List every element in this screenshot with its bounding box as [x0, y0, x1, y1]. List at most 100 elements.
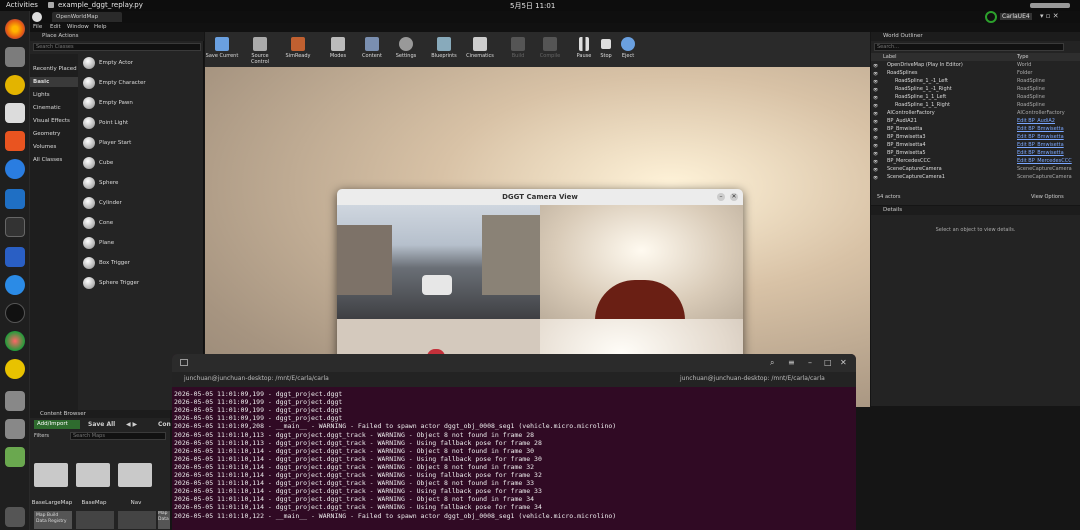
build-button[interactable]: Build: [501, 32, 535, 67]
outliner-row[interactable]: 👁 OpenDriveMap (Play In Editor) World: [873, 62, 1078, 69]
visibility-icon[interactable]: 👁: [873, 126, 878, 133]
asset-thumb[interactable]: [118, 511, 156, 529]
place-item-sphere-trigger[interactable]: Sphere Trigger: [80, 274, 203, 292]
map-build-data-asset[interactable]: Map Build Data Registry: [34, 511, 72, 529]
save-all-button[interactable]: Save All: [88, 420, 115, 429]
path-crumb[interactable]: Con: [158, 420, 171, 429]
view-options-button[interactable]: View Options: [1031, 194, 1064, 200]
visibility-icon[interactable]: 👁: [873, 86, 878, 93]
close-icon[interactable]: ✕: [840, 358, 847, 367]
visibility-icon[interactable]: 👁: [873, 174, 878, 181]
outliner-row[interactable]: 👁 BP_AudiA21 Edit BP_AudiA2: [873, 118, 1078, 125]
modes-button[interactable]: Modes: [321, 32, 355, 67]
compile-button[interactable]: Compile: [533, 32, 567, 67]
menu-icon[interactable]: ≡: [788, 358, 795, 367]
column-type[interactable]: Type: [1017, 53, 1028, 61]
vscode-icon[interactable]: [5, 189, 25, 209]
content-button[interactable]: Content: [355, 32, 389, 67]
visibility-icon[interactable]: 👁: [873, 110, 878, 117]
outliner-row[interactable]: 👁 BP_MercedesCCC Edit BP_MercedesCCC: [873, 158, 1078, 165]
terminal-icon[interactable]: [5, 217, 25, 237]
add-import-button[interactable]: Add/Import: [34, 420, 80, 429]
python-icon[interactable]: [5, 359, 25, 379]
new-tab-icon[interactable]: [180, 359, 188, 366]
outliner-search-input[interactable]: Search...: [874, 43, 1064, 51]
place-item-box-trigger[interactable]: Box Trigger: [80, 254, 203, 272]
place-item-cone[interactable]: Cone: [80, 214, 203, 232]
visibility-icon[interactable]: 👁: [873, 150, 878, 157]
outliner-row[interactable]: 👁 BP_Bmwisetta3 Edit BP_Bmwisetta: [873, 134, 1078, 141]
chrome-icon[interactable]: [5, 331, 25, 351]
close-icon[interactable]: ✕: [730, 193, 738, 201]
outliner-row-type[interactable]: Edit BP_Bmwisetta: [1017, 150, 1064, 157]
nav-arrows[interactable]: ◀ ▶: [126, 420, 137, 429]
outliner-row-type[interactable]: Edit BP_MercedesCCC: [1017, 158, 1072, 165]
visibility-icon[interactable]: 👁: [873, 166, 878, 173]
minimize-icon[interactable]: –: [808, 358, 812, 367]
visibility-icon[interactable]: 👁: [873, 134, 878, 141]
folder-icon[interactable]: [118, 463, 152, 487]
map-data-asset[interactable]: Map Data: [158, 511, 170, 529]
settings-button[interactable]: Settings: [389, 32, 423, 67]
trash-icon[interactable]: [5, 447, 25, 467]
eject-button[interactable]: Eject: [611, 32, 645, 67]
folder-icon[interactable]: [76, 463, 110, 487]
outliner-row[interactable]: 👁 BP_Bmwisetta4 Edit BP_Bmwisetta: [873, 142, 1078, 149]
app-name[interactable]: example_dggt_replay.py: [58, 1, 143, 9]
terminal-tab-2[interactable]: junchuan@junchuan-desktop: /mnt/E/carla/…: [680, 375, 825, 382]
visibility-icon[interactable]: 👁: [873, 158, 878, 165]
folder-icon[interactable]: [34, 463, 68, 487]
search-icon[interactable]: ⌕: [770, 358, 774, 368]
place-item-point-light[interactable]: Point Light: [80, 114, 203, 132]
rhythmbox-icon[interactable]: [5, 75, 25, 95]
files-icon[interactable]: [5, 47, 25, 67]
menu-edit[interactable]: Edit: [50, 24, 61, 30]
clock[interactable]: 5月5日 11:01: [510, 1, 555, 11]
place-item-empty-character[interactable]: Empty Character: [80, 74, 203, 92]
user-badge[interactable]: CarlaUE4: [1000, 13, 1032, 20]
place-item-plane[interactable]: Plane: [80, 234, 203, 252]
menu-window[interactable]: Window: [67, 24, 89, 30]
firefox-icon[interactable]: [5, 19, 25, 39]
outliner-row[interactable]: 👁 SceneCaptureCamera1 SceneCaptureCamera: [873, 174, 1078, 181]
outliner-row[interactable]: 👁 BP_Bmwisetta Edit BP_Bmwisetta: [873, 126, 1078, 133]
outliner-row-type[interactable]: Edit BP_Bmwisetta: [1017, 134, 1064, 141]
show-apps-icon[interactable]: [5, 507, 25, 527]
visibility-icon[interactable]: 👁: [873, 142, 878, 149]
outliner-row[interactable]: 👁 RoadSpline_1_1_Right RoadSpline: [873, 102, 1078, 109]
visibility-icon[interactable]: 👁: [873, 70, 878, 77]
drive2-icon[interactable]: [5, 419, 25, 439]
maximize-icon[interactable]: □: [824, 358, 832, 367]
outliner-row-type[interactable]: Edit BP_Bmwisetta: [1017, 126, 1064, 133]
terminal-tab-1[interactable]: junchuan@junchuan-desktop: /mnt/E/carla/…: [184, 375, 329, 382]
minimize-icon[interactable]: –: [717, 193, 725, 201]
level-tab[interactable]: OpenWorldMap: [52, 12, 122, 22]
unreal-icon[interactable]: [5, 303, 25, 323]
place-item-player-start[interactable]: Player Start: [80, 134, 203, 152]
help-icon[interactable]: [5, 159, 25, 179]
outliner-row-type[interactable]: Edit BP_Bmwisetta: [1017, 142, 1064, 149]
place-item-sphere[interactable]: Sphere: [80, 174, 203, 192]
column-label[interactable]: Label: [883, 53, 897, 61]
search-classes-input[interactable]: Search Classes: [33, 43, 201, 51]
place-item-cylinder[interactable]: Cylinder: [80, 194, 203, 212]
text-editor-icon[interactable]: [5, 247, 25, 267]
menu-help[interactable]: Help: [94, 24, 107, 30]
category-basic[interactable]: Basic: [30, 77, 78, 87]
activities-button[interactable]: Activities: [6, 1, 38, 9]
blueprints-button[interactable]: Blueprints: [427, 32, 461, 67]
visibility-icon[interactable]: 👁: [873, 102, 878, 109]
source-control-button[interactable]: Source Control: [243, 32, 277, 67]
outliner-row[interactable]: 👁 SceneCaptureCamera SceneCaptureCamera: [873, 166, 1078, 173]
outliner-row[interactable]: 👁 AIControllerFactory AIControllerFactory: [873, 110, 1078, 117]
drive-icon[interactable]: [5, 391, 25, 411]
cinematics-button[interactable]: Cinematics: [463, 32, 497, 67]
outliner-row[interactable]: 👁 BP_Bmwisetta5 Edit BP_Bmwisetta: [873, 150, 1078, 157]
asset-thumb[interactable]: [76, 511, 114, 529]
writer-icon[interactable]: [5, 103, 25, 123]
save-current-button[interactable]: Save Current: [205, 32, 239, 67]
outliner-row[interactable]: 👁 RoadSpline_1_1_Left RoadSpline: [873, 94, 1078, 101]
visibility-icon[interactable]: 👁: [873, 78, 878, 85]
place-item-cube[interactable]: Cube: [80, 154, 203, 172]
outliner-row[interactable]: 👁 RoadSplines Folder: [873, 70, 1078, 77]
